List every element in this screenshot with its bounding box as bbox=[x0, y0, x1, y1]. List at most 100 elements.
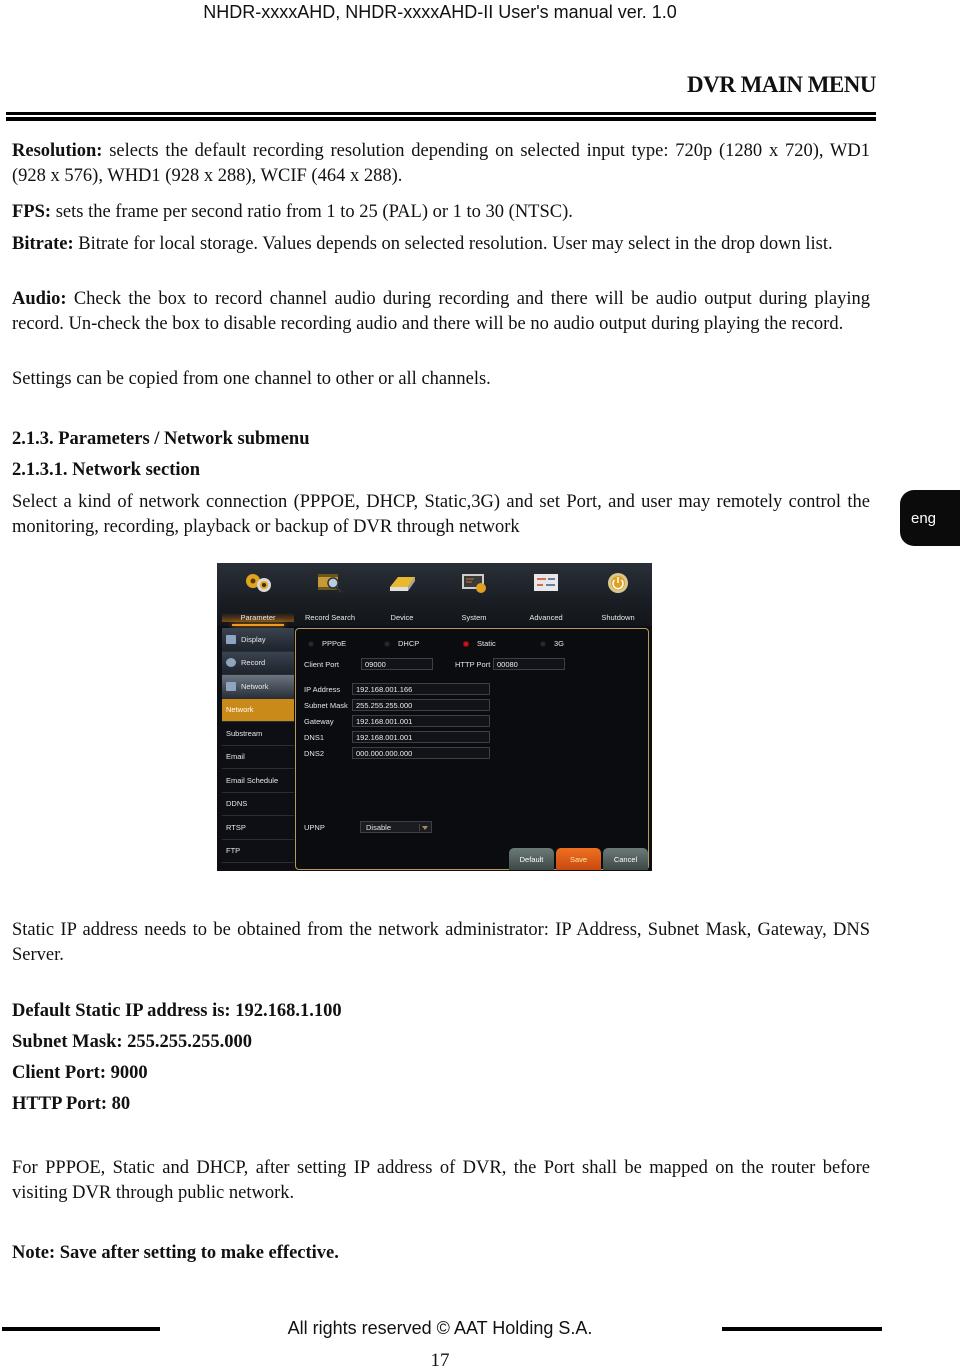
radio-label: DHCP bbox=[398, 639, 420, 648]
hard-drive-icon bbox=[390, 577, 415, 591]
ip-address-input[interactable]: 192.168.001.166 bbox=[352, 683, 490, 695]
dvr-sidebar-substream[interactable]: Substream bbox=[222, 722, 294, 746]
dvr-tab-device[interactable]: Device bbox=[366, 563, 438, 626]
sidebar-label: Substream bbox=[226, 728, 263, 738]
client-port-input[interactable]: 09000 bbox=[361, 658, 433, 670]
default-http-port: HTTP Port: 80 bbox=[12, 1094, 131, 1114]
film-search-icon bbox=[318, 574, 342, 593]
radio-label: Static bbox=[477, 639, 496, 648]
upnp-value: Disable bbox=[366, 823, 392, 832]
radio-dot-selected bbox=[463, 640, 469, 647]
radio-dot bbox=[384, 640, 390, 647]
heading-network-section: 2.1.3.1. Network section bbox=[12, 460, 201, 480]
sidebar-label: RTSP bbox=[226, 822, 246, 832]
dvr-tab-parameter[interactable]: Parameter bbox=[222, 563, 294, 626]
dvr-tab-label: System bbox=[461, 613, 487, 622]
dvr-sidebar-ddns[interactable]: DDNS bbox=[222, 793, 294, 816]
save-button[interactable]: Save bbox=[556, 848, 601, 870]
sidebar-label: Display bbox=[241, 634, 266, 644]
radio-label: PPPoE bbox=[322, 639, 347, 648]
radio-static[interactable]: Static bbox=[463, 639, 496, 648]
header-rule-thick bbox=[6, 117, 876, 121]
radio-dot bbox=[540, 640, 546, 647]
radio-dhcp[interactable]: DHCP bbox=[384, 639, 419, 648]
dns2-label: DNS2 bbox=[304, 749, 325, 758]
resolution-label: Resolution: bbox=[12, 141, 103, 161]
dvr-tab-label: Parameter bbox=[222, 613, 294, 622]
audio-paragraph: Audio: Check the box to record channel a… bbox=[12, 287, 870, 336]
sidebar-label: DDNS bbox=[226, 799, 248, 809]
dns2-input[interactable]: 000.000.000.000 bbox=[352, 747, 490, 759]
gateway-input[interactable]: 192.168.001.001 bbox=[352, 715, 490, 727]
advanced-sliders-icon bbox=[534, 574, 558, 591]
dvr-network-panel: PPPoE DHCP Static 3G Client Port 09000 H… bbox=[295, 628, 649, 870]
radio-dot bbox=[308, 640, 314, 647]
dns1-label: DNS1 bbox=[304, 733, 325, 742]
audio-label: Audio: bbox=[12, 289, 67, 309]
dvr-tab-record-search[interactable]: Record Search bbox=[294, 563, 366, 626]
cancel-button[interactable]: Cancel bbox=[603, 848, 648, 870]
sidebar-label: FTP bbox=[226, 846, 241, 856]
dvr-sidebar-network[interactable]: Network bbox=[222, 698, 294, 722]
chevron-down-icon bbox=[419, 824, 429, 831]
radio-pppoe[interactable]: PPPoE bbox=[308, 639, 346, 648]
power-icon bbox=[608, 573, 628, 593]
default-button[interactable]: Default bbox=[509, 848, 554, 870]
dvr-sidebar: Display Record Network Network Substream… bbox=[222, 628, 294, 863]
fps-label: FPS: bbox=[12, 202, 52, 222]
sidebar-label: Email bbox=[226, 752, 245, 762]
dvr-top-menu: Parameter Record Search Device System Ad… bbox=[217, 563, 652, 626]
network-icon bbox=[226, 681, 236, 691]
dvr-tab-label: Record Search bbox=[304, 613, 356, 622]
gears-icon bbox=[246, 574, 271, 592]
radio-3g[interactable]: 3G bbox=[540, 639, 564, 648]
resolution-paragraph: Resolution: selects the default recordin… bbox=[12, 139, 870, 188]
fps-paragraph: FPS: sets the frame per second ratio fro… bbox=[12, 200, 870, 225]
film-reel-icon bbox=[226, 658, 236, 668]
dvr-sidebar-rtsp[interactable]: RTSP bbox=[222, 816, 294, 840]
footer-copyright: All rights reserved © AAT Holding S.A. bbox=[287, 1318, 593, 1338]
static-ip-paragraph: Static IP address needs to be obtained f… bbox=[12, 920, 870, 965]
dvr-sidebar-network-category[interactable]: Network bbox=[222, 675, 294, 699]
copy-paragraph: Settings can be copied from one channel … bbox=[12, 369, 491, 389]
dvr-tab-shutdown[interactable]: Shutdown bbox=[582, 563, 652, 626]
dvr-sidebar-email-schedule[interactable]: Email Schedule bbox=[222, 769, 294, 793]
dvr-tab-advanced[interactable]: Advanced bbox=[510, 563, 582, 626]
http-port-label: HTTP Port bbox=[455, 660, 491, 669]
system-monitor-icon bbox=[462, 574, 486, 593]
bitrate-paragraph: Bitrate: Bitrate for local storage. Valu… bbox=[12, 232, 870, 257]
fps-text: sets the frame per second ratio from 1 t… bbox=[55, 202, 573, 222]
display-icon bbox=[226, 634, 236, 644]
dvr-tab-label: Shutdown bbox=[601, 613, 635, 622]
dvr-sidebar-ftp[interactable]: FTP bbox=[222, 840, 294, 863]
dns1-input[interactable]: 192.168.001.001 bbox=[352, 731, 490, 743]
page-number: 17 bbox=[430, 1350, 450, 1371]
intro-paragraph: Select a kind of network connection (PPP… bbox=[12, 492, 870, 537]
dvr-sidebar-email[interactable]: Email bbox=[222, 746, 294, 769]
ip-address-label: IP Address bbox=[304, 685, 341, 694]
dvr-tab-label: Device bbox=[390, 613, 414, 622]
dvr-sidebar-display[interactable]: Display bbox=[222, 628, 294, 652]
dvr-sidebar-record[interactable]: Record bbox=[222, 651, 294, 675]
heading-network-submenu: 2.1.3. Parameters / Network submenu bbox=[12, 429, 310, 449]
router-paragraph: For PPPOE, Static and DHCP, after settin… bbox=[12, 1158, 870, 1203]
default-client-port: Client Port: 9000 bbox=[12, 1063, 148, 1083]
client-port-label: Client Port bbox=[304, 660, 340, 669]
dvr-tab-system[interactable]: System bbox=[438, 563, 510, 626]
upnp-dropdown[interactable]: Disable bbox=[360, 821, 432, 833]
default-subnet-mask: Subnet Mask: 255.255.255.000 bbox=[12, 1032, 253, 1052]
save-note: Note: Save after setting to make effecti… bbox=[12, 1243, 339, 1263]
section-title: DVR MAIN MENU bbox=[687, 72, 876, 97]
header-rule-thin bbox=[6, 112, 876, 115]
language-tab[interactable]: eng bbox=[900, 490, 960, 546]
subnet-mask-input[interactable]: 255.255.255.000 bbox=[352, 699, 490, 711]
sidebar-label: Record bbox=[241, 658, 266, 668]
sidebar-label: Network bbox=[226, 705, 254, 715]
http-port-input[interactable]: 00080 bbox=[493, 658, 565, 670]
subnet-mask-label: Subnet Mask bbox=[304, 701, 348, 710]
gateway-label: Gateway bbox=[304, 717, 334, 726]
document-header: NHDR-xxxxAHD, NHDR-xxxxAHD-II User's man… bbox=[203, 2, 677, 22]
sidebar-label: Email Schedule bbox=[226, 775, 279, 785]
upnp-label: UPNP bbox=[304, 823, 325, 832]
radio-label: 3G bbox=[554, 639, 565, 648]
